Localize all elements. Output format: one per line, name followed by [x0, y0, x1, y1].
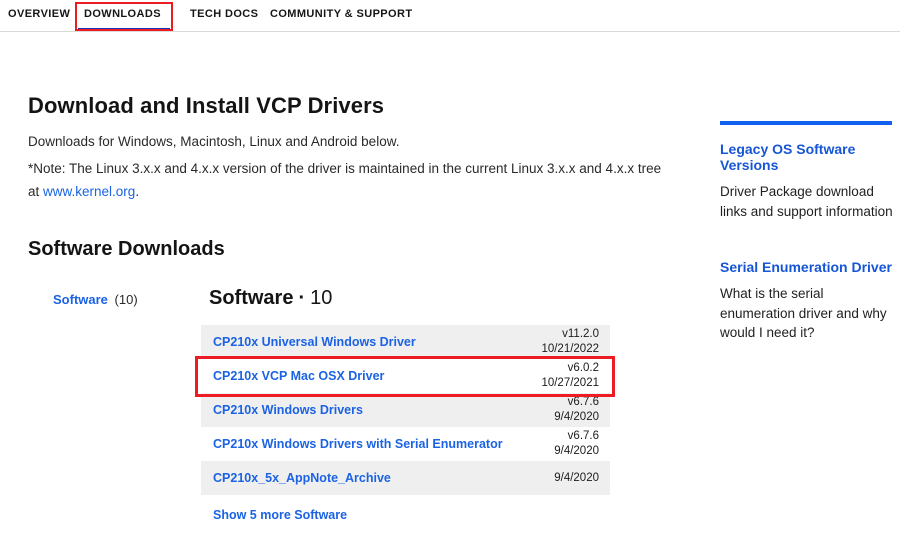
download-link[interactable]: CP210x VCP Mac OSX Driver [213, 369, 541, 383]
downloads-table: CP210x Universal Windows Driver v11.2.0 … [201, 325, 610, 495]
tab-downloads[interactable]: DOWNLOADS [84, 8, 161, 20]
list-heading-count: 10 [310, 287, 332, 309]
date-text: 9/4/2020 [554, 471, 599, 486]
tab-community-support[interactable]: COMMUNITY & SUPPORT [270, 8, 412, 20]
sidebar-accent-bar [720, 121, 892, 125]
top-nav: OVERVIEW DOWNLOADS TECH DOCS COMMUNITY &… [0, 0, 900, 32]
row-meta: 9/4/2020 [554, 471, 599, 486]
legacy-os-software-link[interactable]: Legacy OS Software Versions [720, 141, 896, 173]
date-text: 10/27/2021 [541, 376, 599, 391]
intro-text: Downloads for Windows, Macintosh, Linux … [28, 132, 399, 152]
serial-enumeration-driver-link[interactable]: Serial Enumeration Driver [720, 259, 896, 275]
download-link[interactable]: CP210x Windows Drivers with Serial Enume… [213, 437, 554, 451]
version-text: v11.2.0 [541, 327, 599, 342]
table-row-vcp-mac-osx-driver: CP210x VCP Mac OSX Driver v6.0.2 10/27/2… [201, 359, 610, 393]
date-text: 9/4/2020 [554, 444, 599, 459]
row-meta: v6.7.6 9/4/2020 [554, 429, 599, 459]
tab-tech-docs[interactable]: TECH DOCS [190, 8, 258, 20]
table-row-windows-drivers: CP210x Windows Drivers v6.7.6 9/4/2020 [201, 393, 610, 427]
filter-software-link[interactable]: Software [53, 292, 108, 307]
table-row-windows-drivers-serial-enumerator: CP210x Windows Drivers with Serial Enume… [201, 427, 610, 461]
filter-software-count: (10) [115, 292, 138, 307]
note-text-after: . [135, 184, 139, 199]
list-heading: Software·10 [209, 287, 332, 310]
page: OVERVIEW DOWNLOADS TECH DOCS COMMUNITY &… [0, 0, 900, 533]
legacy-os-software-text: Driver Package download links and suppor… [720, 182, 896, 221]
list-heading-name: Software [209, 287, 293, 309]
table-row-appnote-archive: CP210x_5x_AppNote_Archive 9/4/2020 [201, 461, 610, 495]
note-text: *Note: The Linux 3.x.x and 4.x.x version… [28, 157, 676, 203]
row-meta: v6.7.6 9/4/2020 [554, 395, 599, 425]
active-tab-indicator [78, 28, 170, 31]
version-text: v6.7.6 [554, 429, 599, 444]
kernel-org-link[interactable]: www.kernel.org [43, 184, 135, 199]
date-text: 10/21/2022 [541, 342, 599, 357]
table-row-universal-windows-driver: CP210x Universal Windows Driver v11.2.0 … [201, 325, 610, 359]
filter-software: Software (10) [53, 292, 138, 307]
page-title: Download and Install VCP Drivers [28, 93, 384, 119]
date-text: 9/4/2020 [554, 410, 599, 425]
serial-enumeration-driver-text: What is the serial enumeration driver an… [720, 284, 896, 343]
version-text: v6.0.2 [541, 361, 599, 376]
download-link[interactable]: CP210x Universal Windows Driver [213, 335, 541, 349]
show-more-link[interactable]: Show 5 more Software [213, 508, 347, 522]
row-meta: v6.0.2 10/27/2021 [541, 361, 599, 391]
right-sidebar: Legacy OS Software Versions Driver Packa… [720, 121, 896, 381]
version-text: v6.7.6 [554, 395, 599, 410]
download-link[interactable]: CP210x_5x_AppNote_Archive [213, 471, 554, 485]
list-heading-separator: · [298, 287, 305, 309]
tab-overview[interactable]: OVERVIEW [8, 8, 70, 20]
download-link[interactable]: CP210x Windows Drivers [213, 403, 554, 417]
section-title: Software Downloads [28, 238, 225, 261]
row-meta: v11.2.0 10/21/2022 [541, 327, 599, 357]
